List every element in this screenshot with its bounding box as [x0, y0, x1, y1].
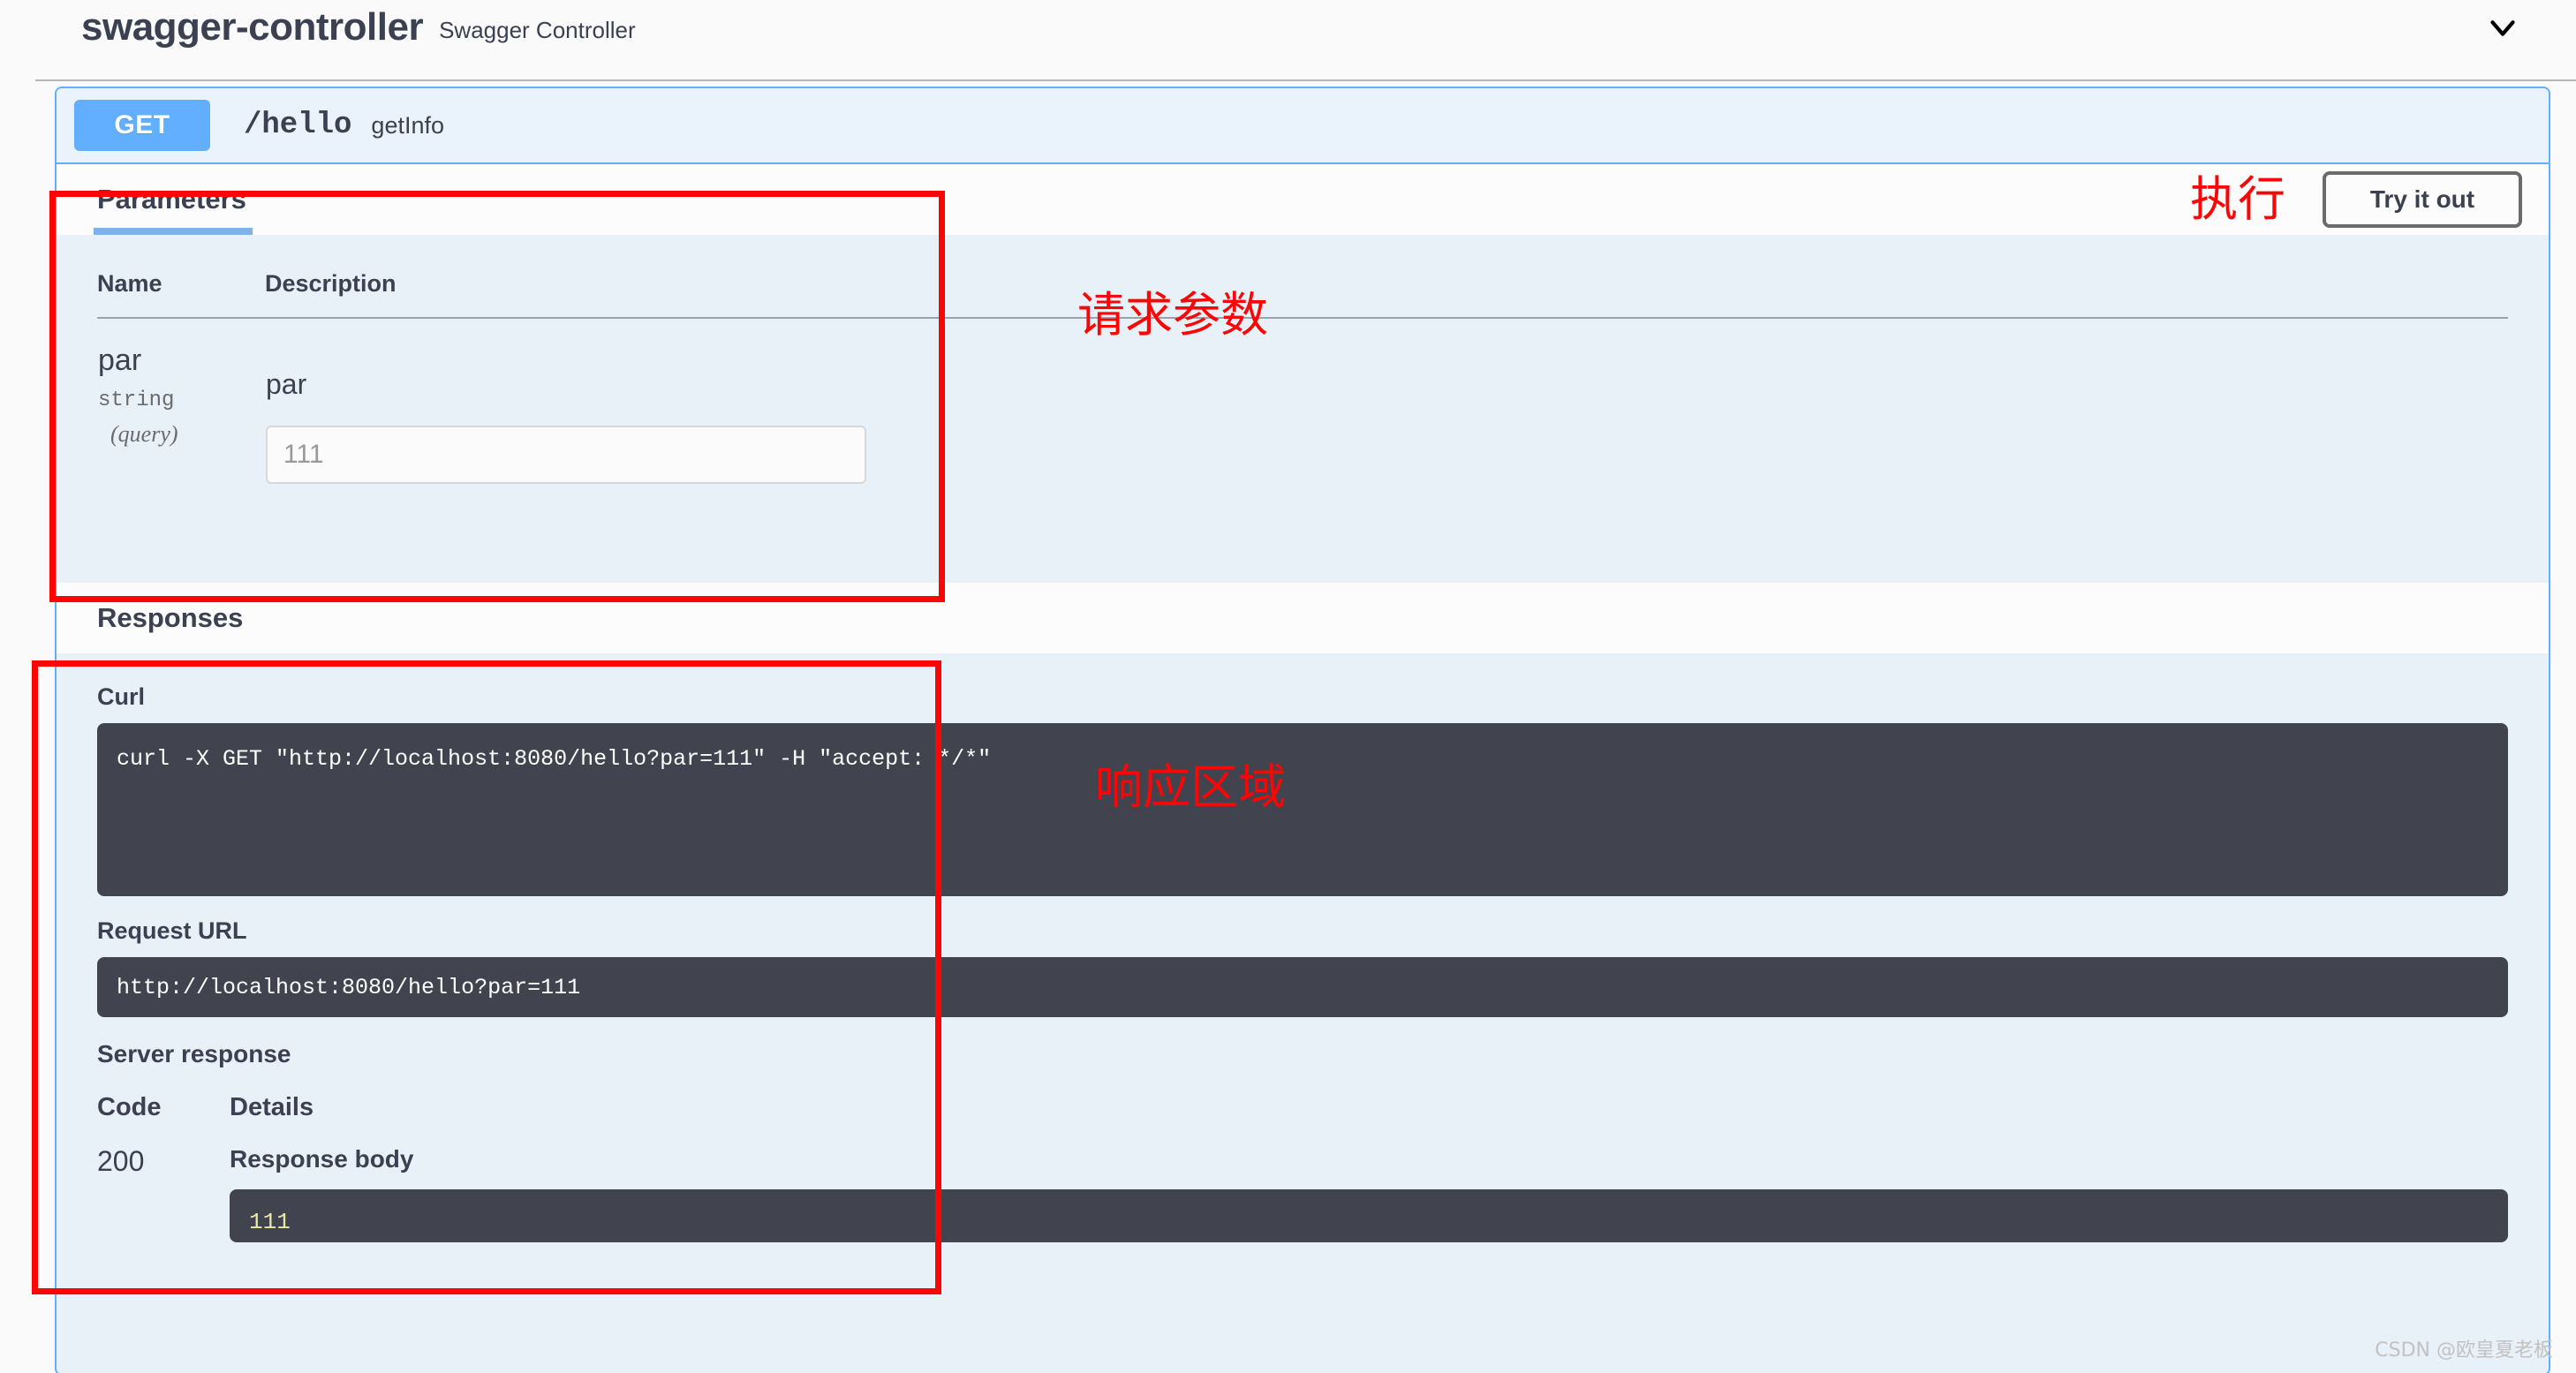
- parameter-name: par: [98, 343, 142, 377]
- parameters-table-header-row: Name Description: [97, 235, 2508, 319]
- tag-title: swagger-controller: [81, 5, 424, 49]
- parameters-table: Name Description par string (query) par: [97, 235, 2508, 507]
- column-header-details: Details: [230, 1093, 314, 1121]
- annotation-response-area: 响应区域: [1095, 759, 1286, 815]
- parameters-body: Name Description par string (query) par: [57, 235, 2549, 583]
- responses-body: Curl curl -X GET "http://localhost:8080/…: [57, 653, 2549, 1242]
- watermark: CSDN @欧皇夏老板: [2375, 1339, 2553, 1362]
- response-body-text: 111: [249, 1209, 291, 1235]
- parameter-name-cell: par string (query): [97, 318, 265, 507]
- annotation-execute: 执行: [2190, 171, 2285, 227]
- response-body-label: Response body: [230, 1145, 414, 1173]
- request-url-text: http://localhost:8080/hello?par=111: [117, 974, 581, 1000]
- parameter-description: par: [266, 368, 307, 400]
- column-header-name: Name: [97, 235, 265, 319]
- table-row: 200 Response body 111: [97, 1122, 2508, 1242]
- responses-table-header: Code Details: [97, 1074, 2508, 1122]
- tag-description: Swagger Controller: [439, 17, 636, 43]
- curl-code-block[interactable]: curl -X GET "http://localhost:8080/hello…: [97, 723, 2508, 896]
- request-url-label: Request URL: [97, 917, 247, 944]
- chevron-down-icon[interactable]: [2482, 7, 2523, 48]
- response-body-block[interactable]: 111: [230, 1189, 2508, 1242]
- tag-divider: [35, 79, 2576, 81]
- curl-command-text: curl -X GET "http://localhost:8080/hello…: [117, 746, 992, 772]
- operation-summary-text: getInfo: [371, 111, 444, 139]
- swagger-ui-page: swagger-controller Swagger Controller GE…: [0, 0, 2576, 1373]
- server-response-label: Server response: [97, 1040, 291, 1067]
- table-row: par string (query) par: [97, 318, 2508, 507]
- try-it-out-area: 执行 Try it out: [2190, 171, 2522, 228]
- request-url-block[interactable]: http://localhost:8080/hello?par=111: [97, 957, 2508, 1017]
- http-method-badge: GET: [74, 100, 210, 151]
- parameters-header: Parameters 执行 Try it out: [57, 164, 2549, 235]
- params-spacer: 请求参数: [97, 291, 2508, 583]
- parameter-value-input[interactable]: [266, 426, 866, 484]
- curl-label: Curl: [97, 683, 145, 710]
- operation-block-get-hello: GET /hello getInfo Parameters 执行 Try it …: [55, 87, 2550, 1373]
- tag-header[interactable]: swagger-controller Swagger Controller: [0, 0, 2576, 55]
- response-details: Response body 111: [230, 1145, 2508, 1242]
- parameter-location: (query): [110, 421, 178, 448]
- parameters-title: Parameters: [97, 184, 246, 215]
- parameter-description-cell: par: [265, 318, 2508, 507]
- annotation-request-params: 请求参数: [1077, 287, 1268, 343]
- response-status-code: 200: [97, 1145, 145, 1177]
- operation-path: /hello: [244, 109, 352, 142]
- responses-title: Responses: [97, 602, 244, 633]
- column-header-description: Description: [265, 235, 2508, 319]
- operation-summary[interactable]: GET /hello getInfo: [57, 88, 2549, 164]
- responses-header: Responses: [57, 583, 2549, 653]
- try-it-out-button[interactable]: Try it out: [2323, 171, 2522, 228]
- parameters-tab-underline: [94, 228, 253, 235]
- column-header-code: Code: [97, 1093, 162, 1121]
- parameter-type: string: [98, 389, 175, 413]
